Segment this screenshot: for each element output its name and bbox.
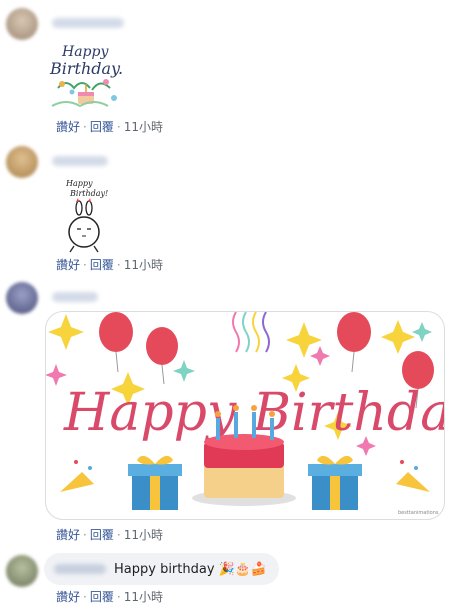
comment-actions: 讚好 · 回覆 · 11小時 [56,588,163,605]
comment-actions: 讚好 · 回覆 · 11小時 [56,526,163,543]
avatar[interactable] [6,555,38,587]
separator-dot: · [116,590,121,604]
happy-birthday-sticker: Happy Birthday. [49,44,123,108]
reply-button[interactable]: 回覆 [90,590,114,604]
commenter-name[interactable] [52,292,98,302]
separator-dot: · [83,120,87,134]
emoji-party-cake: 🎉🎂🍰 [218,561,268,577]
comment-actions: 讚好 · 回覆 · 11小時 [56,118,163,135]
birthday-card-graphic: Happy Birthday besttanimations [46,312,444,516]
separator-dot: · [116,258,121,272]
like-button[interactable]: 讚好 [56,590,80,604]
reply-button[interactable]: 回覆 [90,258,114,272]
comment-actions: 讚好 · 回覆 · 11小時 [56,256,163,273]
separator-dot: · [83,258,87,272]
reply-button[interactable]: 回覆 [90,120,114,134]
bunny-birthday-sticker: Happy Birthday! [65,179,108,253]
comment-bubble: Happy birthday 🎉🎂🍰 [44,553,280,585]
separator-dot: · [83,590,87,604]
timestamp[interactable]: 11小時 [124,528,163,542]
separator-dot: · [116,120,121,134]
timestamp[interactable]: 11小時 [124,590,163,604]
timestamp[interactable]: 11小時 [124,120,163,134]
commenter-name[interactable] [52,156,108,166]
separator-dot: · [83,528,87,542]
like-button[interactable]: 讚好 [56,528,80,542]
avatar[interactable] [6,8,38,40]
svg-text:Birthday.: Birthday. [49,59,123,78]
avatar[interactable] [6,146,38,178]
svg-text:Happy: Happy [61,44,109,60]
like-button[interactable]: 讚好 [56,258,80,272]
like-button[interactable]: 讚好 [56,120,80,134]
comment-text: Happy birthday [114,561,215,577]
card-watermark: besttanimations [398,510,439,516]
avatar[interactable] [6,282,38,314]
timestamp[interactable]: 11小時 [124,258,163,272]
svg-text:Happy: Happy [65,179,93,188]
commenter-name[interactable] [52,18,124,28]
separator-dot: · [116,528,121,542]
birthday-card-image[interactable]: Happy Birthday besttanimations [45,311,445,520]
reply-button[interactable]: 回覆 [90,528,114,542]
commenter-name[interactable] [54,564,106,574]
svg-text:Birthday!: Birthday! [69,189,108,198]
